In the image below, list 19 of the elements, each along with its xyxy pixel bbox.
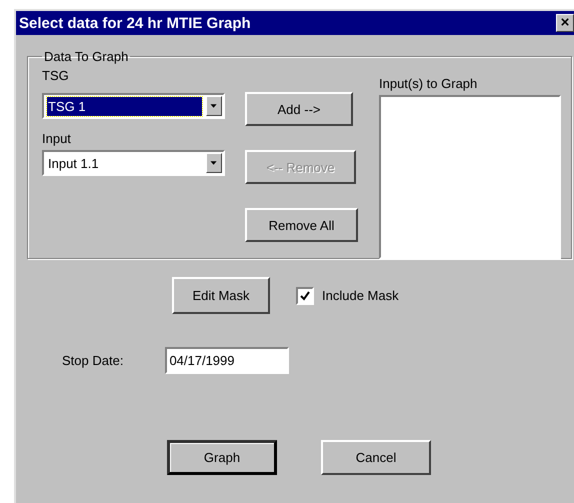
dropdown[interactable]: Input 1.1 — [42, 150, 225, 176]
list-label: Input(s) to Graph — [379, 76, 478, 91]
window-title: Select data for 24 hr MTIE Graph — [19, 14, 251, 32]
group-title: Data To Graph — [43, 49, 130, 64]
action-button[interactable]: Add --> — [245, 92, 353, 126]
field-label: Stop Date: — [62, 353, 124, 368]
dropdown[interactable]: TSG 1 — [42, 93, 225, 119]
dialog-button[interactable]: Graph — [167, 440, 277, 475]
edit-mask-button[interactable]: Edit Mask — [172, 277, 270, 314]
field-label: TSG — [42, 68, 70, 83]
date-field[interactable]: 04/17/1999 — [165, 347, 290, 374]
field-label: Input — [42, 131, 72, 146]
dialog-button[interactable]: Cancel — [321, 440, 431, 475]
checkbox[interactable] — [296, 286, 314, 304]
close-button[interactable]: × — [556, 14, 574, 32]
list-box[interactable] — [379, 95, 561, 259]
checkbox-label: Include Mask — [322, 288, 399, 303]
checkmark-icon — [300, 290, 310, 300]
action-button[interactable]: Remove All — [245, 208, 358, 242]
